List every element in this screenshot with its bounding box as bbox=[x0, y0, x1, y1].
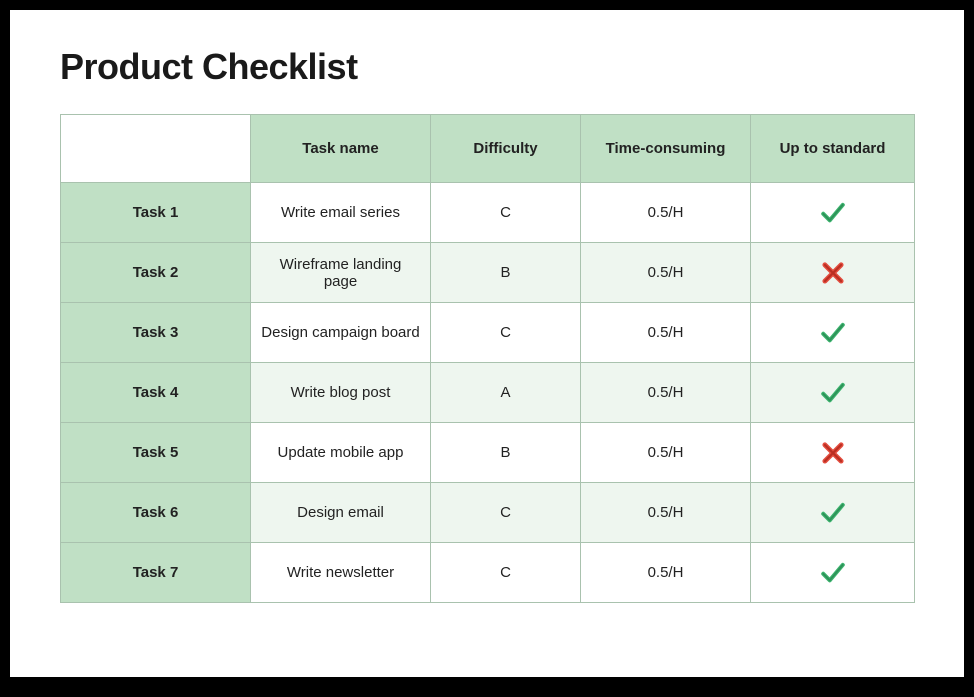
cell-standard bbox=[751, 483, 915, 543]
header-difficulty: Difficulty bbox=[431, 115, 581, 183]
cell-standard bbox=[751, 183, 915, 243]
table-row: Task 5Update mobile appB0.5/H bbox=[61, 423, 915, 483]
row-label: Task 6 bbox=[61, 483, 251, 543]
row-label: Task 4 bbox=[61, 363, 251, 423]
cell-task-name: Write newsletter bbox=[251, 543, 431, 603]
header-time: Time-consuming bbox=[581, 115, 751, 183]
cell-standard bbox=[751, 423, 915, 483]
cell-standard bbox=[751, 303, 915, 363]
row-label: Task 1 bbox=[61, 183, 251, 243]
check-icon bbox=[820, 500, 846, 526]
cell-standard bbox=[751, 363, 915, 423]
cell-task-name: Write blog post bbox=[251, 363, 431, 423]
table-row: Task 6Design emailC0.5/H bbox=[61, 483, 915, 543]
cell-difficulty: C bbox=[431, 483, 581, 543]
cell-difficulty: A bbox=[431, 363, 581, 423]
page-title: Product Checklist bbox=[60, 46, 914, 88]
cell-difficulty: C bbox=[431, 543, 581, 603]
cell-time: 0.5/H bbox=[581, 363, 751, 423]
table-row: Task 3Design campaign boardC0.5/H bbox=[61, 303, 915, 363]
cell-difficulty: B bbox=[431, 423, 581, 483]
cell-time: 0.5/H bbox=[581, 423, 751, 483]
table-row: Task 7Write newsletterC0.5/H bbox=[61, 543, 915, 603]
table-row: Task 1Write email seriesC0.5/H bbox=[61, 183, 915, 243]
check-icon bbox=[820, 200, 846, 226]
row-label: Task 7 bbox=[61, 543, 251, 603]
check-icon bbox=[820, 560, 846, 586]
row-label: Task 3 bbox=[61, 303, 251, 363]
cell-time: 0.5/H bbox=[581, 183, 751, 243]
table-header-row: Task name Difficulty Time-consuming Up t… bbox=[61, 115, 915, 183]
cell-standard bbox=[751, 543, 915, 603]
row-label: Task 5 bbox=[61, 423, 251, 483]
checklist-table: Task name Difficulty Time-consuming Up t… bbox=[60, 114, 915, 603]
cross-icon bbox=[820, 260, 846, 286]
header-blank bbox=[61, 115, 251, 183]
document-page: Product Checklist Task name Difficulty T… bbox=[10, 10, 964, 677]
cell-task-name: Update mobile app bbox=[251, 423, 431, 483]
table-row: Task 2Wireframe landing pageB0.5/H bbox=[61, 243, 915, 303]
check-icon bbox=[820, 380, 846, 406]
check-icon bbox=[820, 320, 846, 346]
cell-time: 0.5/H bbox=[581, 483, 751, 543]
cell-difficulty: C bbox=[431, 303, 581, 363]
cell-time: 0.5/H bbox=[581, 303, 751, 363]
cell-task-name: Design email bbox=[251, 483, 431, 543]
cell-task-name: Design campaign board bbox=[251, 303, 431, 363]
cell-time: 0.5/H bbox=[581, 243, 751, 303]
cell-task-name: Wireframe landing page bbox=[251, 243, 431, 303]
cell-standard bbox=[751, 243, 915, 303]
cell-difficulty: B bbox=[431, 243, 581, 303]
header-standard: Up to standard bbox=[751, 115, 915, 183]
cell-difficulty: C bbox=[431, 183, 581, 243]
cell-task-name: Write email series bbox=[251, 183, 431, 243]
row-label: Task 2 bbox=[61, 243, 251, 303]
header-task-name: Task name bbox=[251, 115, 431, 183]
table-row: Task 4Write blog postA0.5/H bbox=[61, 363, 915, 423]
cross-icon bbox=[820, 440, 846, 466]
cell-time: 0.5/H bbox=[581, 543, 751, 603]
